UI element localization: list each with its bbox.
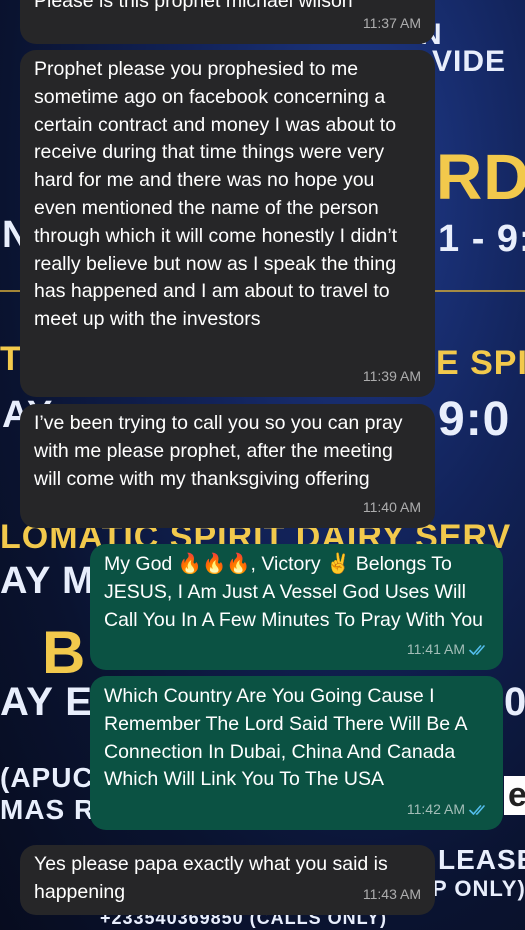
message-time: 11:41 AM xyxy=(406,641,465,658)
message-bubble[interactable]: I’ve been trying to call you so you can … xyxy=(20,404,435,528)
message-time: 11:42 AM xyxy=(406,801,465,818)
message-text: My God 🔥🔥🔥, Victory ✌️ Belongs To JESUS,… xyxy=(104,553,484,631)
message-time: 11:43 AM xyxy=(362,886,421,903)
message-time: 11:40 AM xyxy=(362,499,421,516)
message-bubble[interactable]: Prophet please you prophesied to me some… xyxy=(20,50,435,397)
message-list[interactable]: Please is this prophet michael wilson 11… xyxy=(0,0,525,930)
read-receipt-icon xyxy=(469,645,485,655)
read-receipt-icon xyxy=(469,805,485,815)
message-text: Prophet please you prophesied to me some… xyxy=(34,58,398,331)
message-time: 11:39 AM xyxy=(362,368,421,385)
message-text: Which Country Are You Going Cause I Reme… xyxy=(104,685,467,791)
message-bubble[interactable]: Please is this prophet michael wilson 11… xyxy=(20,0,435,44)
message-bubble[interactable]: Yes please papa exactly what you said is… xyxy=(20,845,435,915)
message-bubble[interactable]: My God 🔥🔥🔥, Victory ✌️ Belongs To JESUS,… xyxy=(90,544,503,670)
message-time: 11:37 AM xyxy=(362,15,421,32)
message-bubble[interactable]: Which Country Are You Going Cause I Reme… xyxy=(90,676,503,830)
message-text: I’ve been trying to call you so you can … xyxy=(34,412,403,490)
